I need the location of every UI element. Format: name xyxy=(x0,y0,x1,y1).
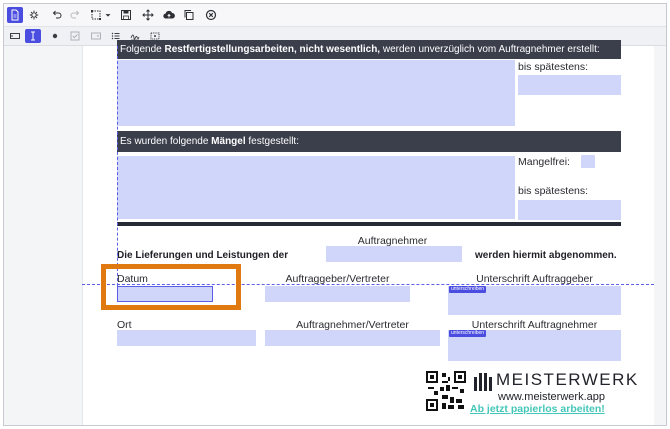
radio-icon[interactable] xyxy=(48,29,62,43)
sign-badge[interactable]: unterschreiben xyxy=(449,286,487,293)
client-rep-label: Auftraggeber/Vertreter xyxy=(285,273,390,285)
document-canvas[interactable]: Folgende Restfertigstellungsarbeiten, ni… xyxy=(4,40,666,425)
move-icon[interactable] xyxy=(140,7,156,23)
brand-website: www.meisterwerk.app xyxy=(498,391,605,403)
defect-free-checkbox[interactable] xyxy=(581,155,595,168)
text-cursor-icon[interactable] xyxy=(25,29,41,43)
acceptance-text-suffix: werden hiermit abgenommen. xyxy=(475,250,617,261)
deadline-label: bis spätestens: xyxy=(518,61,589,73)
section-text-bold: Restfertigstellungsarbeiten, nicht wesen… xyxy=(164,44,381,55)
deadline-label-2: bis spätestens: xyxy=(518,185,589,197)
section-header-defects: Es wurden folgende Mängel festgestellt: xyxy=(117,131,621,152)
section-header-rest-work: Folgende Restfertigstellungsarbeiten, ni… xyxy=(117,40,621,59)
document-icon[interactable] xyxy=(7,7,23,23)
brand-name: MEISTERWERK xyxy=(496,370,639,389)
cloud-upload-icon[interactable] xyxy=(161,7,177,23)
deadline-field-2[interactable] xyxy=(518,200,621,220)
section-text: werden unverzüglich vom Auftragnehmer er… xyxy=(380,44,600,55)
section-text: festgestellt: xyxy=(245,136,299,147)
guide-line-vertical xyxy=(117,46,118,286)
contractor-field[interactable] xyxy=(326,246,462,262)
redo-icon[interactable] xyxy=(67,7,83,23)
checkbox-icon[interactable] xyxy=(68,29,82,43)
client-signature-label: Unterschrift Auftraggeber xyxy=(476,273,593,285)
divider xyxy=(117,222,621,226)
undo-icon[interactable] xyxy=(49,7,65,23)
section-text-bold: Mängel xyxy=(211,136,246,147)
sign-badge-2[interactable]: unterschreiben xyxy=(449,330,487,337)
acceptance-text: Die Lieferungen und Leistungen der xyxy=(117,250,289,261)
main-toolbar xyxy=(4,4,666,27)
contractor-rep-field[interactable] xyxy=(265,330,440,346)
editor-window: Folgende Restfertigstellungsarbeiten, ni… xyxy=(3,3,667,426)
dropdown-field-icon[interactable] xyxy=(89,29,103,43)
left-gutter xyxy=(4,46,83,425)
select-area-icon[interactable] xyxy=(88,7,104,23)
copy-icon[interactable] xyxy=(181,7,197,23)
close-circle-icon[interactable] xyxy=(203,7,219,23)
client-rep-field[interactable] xyxy=(265,286,410,302)
text-field-icon[interactable] xyxy=(8,29,22,43)
save-icon[interactable] xyxy=(118,7,134,23)
qr-code-icon xyxy=(426,371,466,411)
dropdown-caret-icon[interactable] xyxy=(103,7,113,23)
rest-work-field[interactable] xyxy=(117,60,515,126)
brand-slogan-link[interactable]: Ab jetzt papierlos arbeiten! xyxy=(470,403,605,415)
section-text: Es wurden folgende xyxy=(120,136,212,147)
section-text: Folgende xyxy=(120,44,165,55)
right-gutter xyxy=(654,46,666,425)
gear-edit-icon[interactable] xyxy=(27,7,43,23)
date-field-highlight xyxy=(101,264,241,310)
meisterwerk-logo-icon xyxy=(474,373,492,391)
deadline-field[interactable] xyxy=(518,75,621,95)
defect-free-label: Mangelfrei: xyxy=(518,156,570,168)
place-field[interactable] xyxy=(117,330,256,346)
defects-field[interactable] xyxy=(117,156,515,219)
